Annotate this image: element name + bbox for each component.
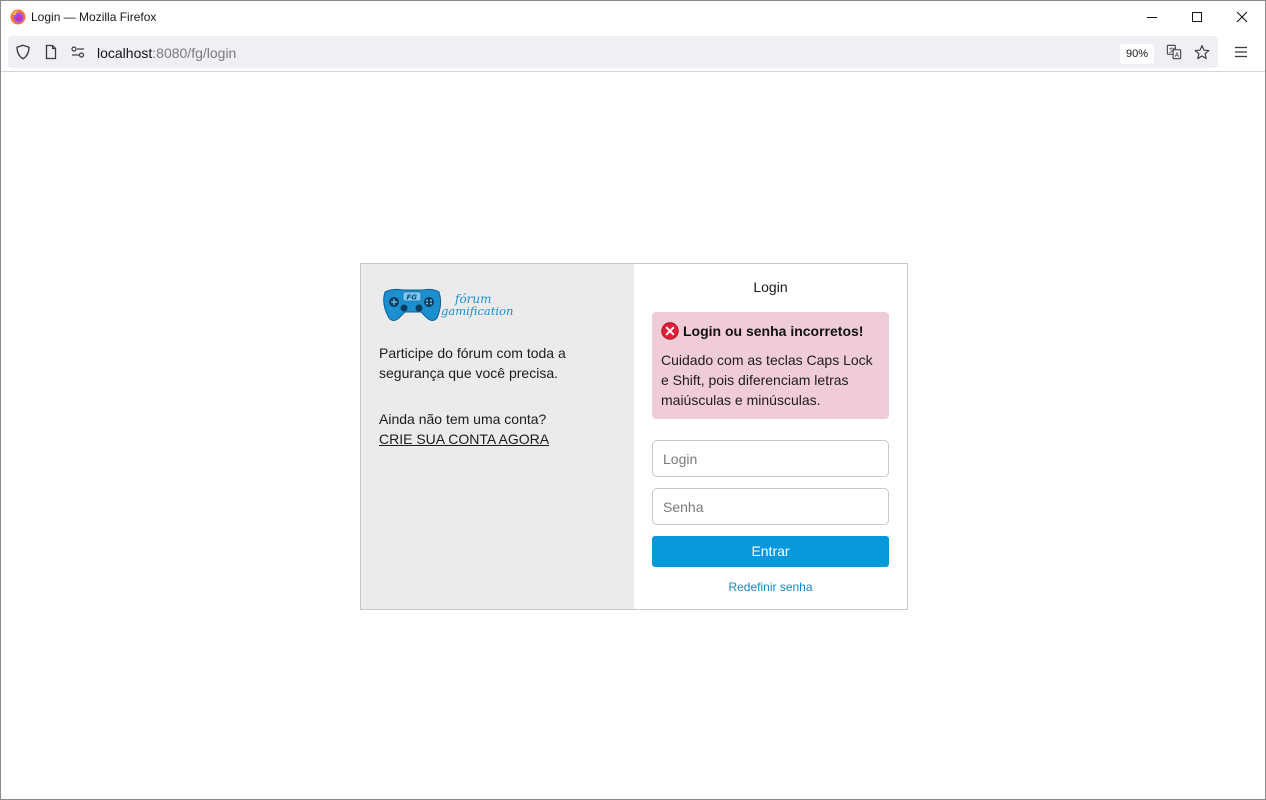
info-panel: FG fórum gamification Participe do fórum…: [361, 264, 634, 609]
maximize-icon: [1192, 12, 1202, 22]
login-panel: Login Login ou senha incorretos! Cuidado…: [634, 264, 907, 609]
close-window-button[interactable]: [1219, 1, 1265, 33]
no-account-text: Ainda não tem uma conta?: [379, 411, 547, 427]
url-host: localhost: [97, 45, 153, 61]
maximize-button[interactable]: [1174, 1, 1220, 33]
login-heading: Login: [753, 279, 788, 295]
browser-window: Login — Mozilla Firefox localhost:8080/f…: [0, 0, 1266, 800]
intro-text: Participe do fórum com toda a segurança …: [379, 345, 566, 381]
login-input[interactable]: [652, 440, 889, 477]
login-submit-button[interactable]: Entrar: [652, 536, 889, 567]
create-account-link[interactable]: CRIE SUA CONTA AGORA: [379, 429, 549, 449]
page-info-button[interactable]: [43, 44, 59, 60]
translate-icon: 文A: [1166, 44, 1182, 60]
minimize-button[interactable]: [1129, 1, 1175, 33]
window-title: Login — Mozilla Firefox: [31, 10, 157, 24]
password-input[interactable]: [652, 488, 889, 525]
shield-icon: [16, 44, 30, 60]
menu-icon[interactable]: [1233, 44, 1249, 60]
url-bar[interactable]: localhost:8080/fg/login 90% 文A: [8, 36, 1218, 68]
tracking-protection-button[interactable]: [15, 44, 31, 60]
minimize-icon: [1147, 17, 1157, 18]
translate-button[interactable]: 文A: [1166, 44, 1182, 60]
logo-badge-text: FG: [407, 294, 418, 302]
url-path: :8080/fg/login: [152, 45, 237, 61]
firefox-logo-icon: [10, 9, 26, 25]
url-text[interactable]: localhost:8080/fg/login: [97, 45, 236, 61]
reset-password-link[interactable]: Redefinir senha: [634, 579, 907, 595]
logo-text-line2: gamification: [441, 304, 513, 318]
login-card: FG fórum gamification Participe do fórum…: [360, 263, 908, 610]
error-alert: Login ou senha incorretos! Cuidado com a…: [652, 312, 889, 419]
bookmark-button[interactable]: [1194, 44, 1210, 60]
star-icon: [1194, 44, 1210, 59]
close-icon: [1236, 11, 1248, 23]
permissions-button[interactable]: [70, 44, 86, 60]
page-icon: [45, 44, 57, 60]
error-icon: [661, 322, 679, 340]
alert-title: Login ou senha incorretos!: [683, 323, 864, 339]
svg-text:A: A: [1175, 52, 1180, 59]
permissions-icon: [71, 46, 85, 58]
gamepad-logo-icon: FG fórum gamification: [383, 288, 513, 321]
zoom-reset-button[interactable]: 90%: [1120, 44, 1155, 64]
title-bar: Login — Mozilla Firefox: [1, 1, 1265, 33]
navigation-bar: localhost:8080/fg/login 90% 文A: [1, 33, 1265, 72]
alert-message: Cuidado com as teclas Caps Lock e Shift,…: [661, 352, 873, 408]
